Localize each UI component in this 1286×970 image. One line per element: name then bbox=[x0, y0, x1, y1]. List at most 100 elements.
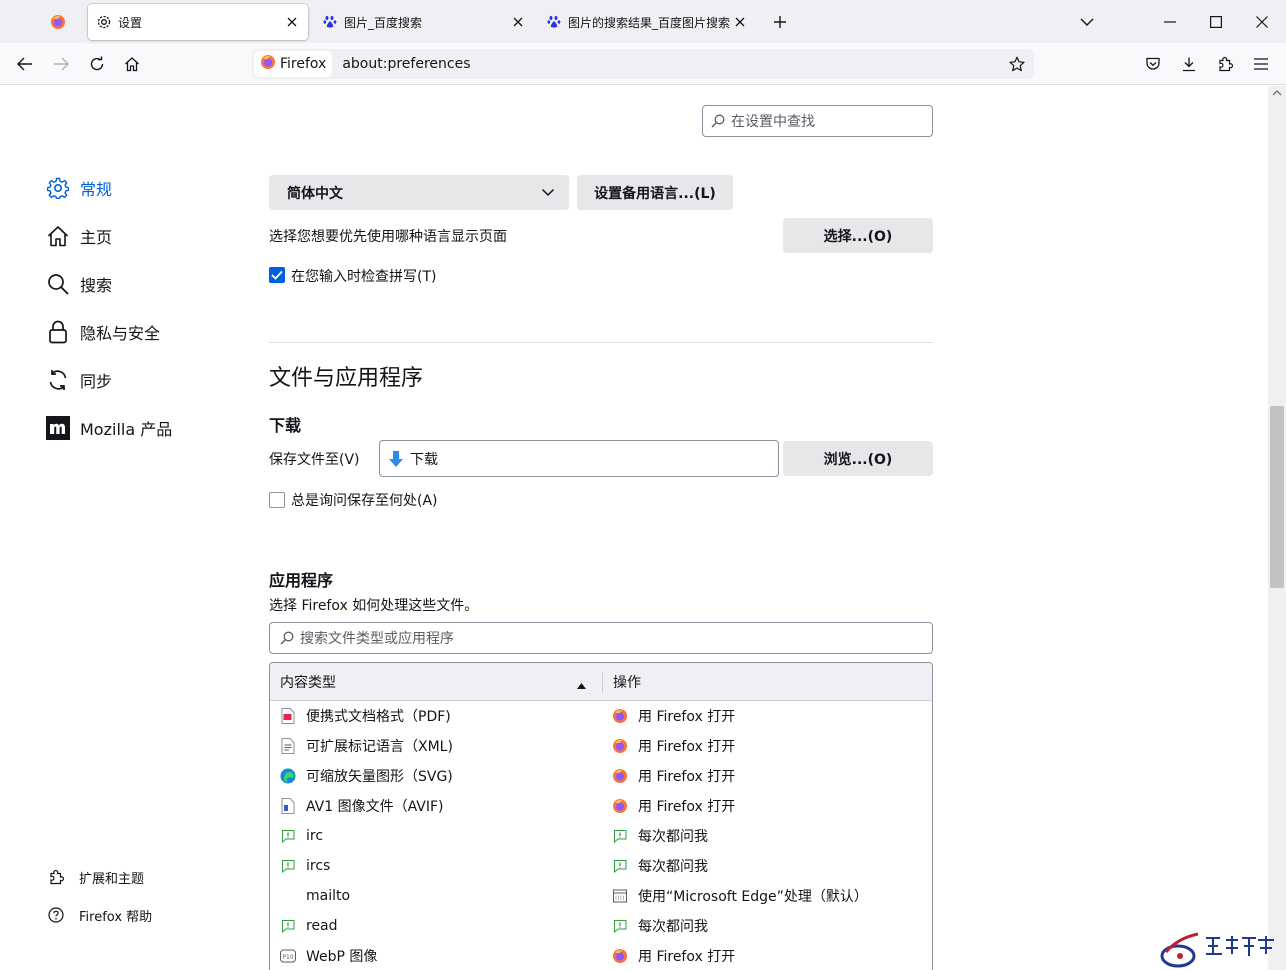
nav-item-home[interactable]: 主页 bbox=[46, 212, 236, 260]
downloads-button[interactable] bbox=[1177, 52, 1201, 76]
content-type-cell: mailto bbox=[270, 888, 602, 904]
back-button[interactable] bbox=[13, 52, 37, 76]
firefox-icon bbox=[50, 14, 66, 30]
table-header: 内容类型 操作 bbox=[270, 663, 932, 701]
close-tab-icon[interactable] bbox=[282, 12, 302, 32]
table-row[interactable]: read 每次都问我 bbox=[270, 911, 932, 941]
tab-settings[interactable]: 设置 bbox=[88, 4, 308, 40]
table-row[interactable]: mailto 使用“Microsoft Edge”处理（默认） bbox=[270, 881, 932, 911]
tab-baidu-image-results[interactable]: 图片的搜索结果_百度图片搜索 bbox=[542, 4, 756, 40]
content-type-label: mailto bbox=[306, 888, 351, 904]
close-tab-icon[interactable] bbox=[508, 12, 528, 32]
tab-pinned-firefox[interactable] bbox=[38, 4, 84, 40]
table-row[interactable]: 便携式文档格式（PDF) 用 Firefox 打开 bbox=[270, 701, 932, 731]
settings-search-input[interactable]: 在设置中查找 bbox=[702, 105, 933, 137]
tab-strip: 设置 图片_百度搜索 图片的搜索结果_百度图片搜索 bbox=[0, 0, 1286, 43]
table-row[interactable]: P10 WebP 图像 用 Firefox 打开 bbox=[270, 941, 932, 970]
identity-box[interactable]: Firefox bbox=[254, 51, 333, 77]
browse-button[interactable]: 浏览...(O) bbox=[783, 441, 933, 476]
nav-item-general[interactable]: 常规 bbox=[46, 164, 236, 212]
table-row[interactable]: ircs 每次都问我 bbox=[270, 851, 932, 881]
action-cell[interactable]: 每次都问我 bbox=[602, 856, 708, 876]
firefox-icon bbox=[612, 738, 628, 754]
always-ask-checkbox[interactable] bbox=[269, 492, 285, 508]
content-type-cell: 可扩展标记语言（XML) bbox=[270, 736, 602, 756]
table-row[interactable]: 可扩展标记语言（XML) 用 Firefox 打开 bbox=[270, 731, 932, 761]
baidu-paw-icon bbox=[546, 14, 562, 30]
action-cell[interactable]: 每次都问我 bbox=[602, 826, 708, 846]
arrow-left-icon bbox=[17, 57, 32, 71]
pocket-icon bbox=[1146, 57, 1160, 70]
sidebar-footer: 扩展和主题 Firefox 帮助 bbox=[46, 858, 246, 934]
menu-button[interactable] bbox=[1249, 52, 1273, 76]
set-alternate-languages-button[interactable]: 设置备用语言...(L) bbox=[577, 175, 733, 210]
spellcheck-label[interactable]: 在您输入时检查拼写(T) bbox=[291, 266, 436, 286]
action-cell[interactable]: 每次都问我 bbox=[602, 916, 708, 936]
action-cell[interactable]: 用 Firefox 打开 bbox=[602, 706, 735, 726]
sync-icon bbox=[46, 368, 70, 392]
minimize-button[interactable] bbox=[1158, 10, 1182, 34]
spellcheck-checkbox[interactable] bbox=[269, 267, 285, 283]
nav-label: 搜索 bbox=[80, 276, 113, 295]
table-row[interactable]: irc 每次都问我 bbox=[270, 821, 932, 851]
maximize-icon bbox=[1210, 16, 1222, 28]
language-selected: 简体中文 bbox=[287, 185, 343, 202]
search-icon bbox=[711, 114, 725, 128]
table-row[interactable]: AV1 图像文件（AVIF) 用 Firefox 打开 bbox=[270, 791, 932, 821]
checkmark-icon bbox=[271, 270, 283, 280]
content-type-label: irc bbox=[306, 828, 324, 844]
action-label: 每次都问我 bbox=[638, 859, 708, 875]
reload-button[interactable] bbox=[85, 52, 109, 76]
firefox-icon bbox=[260, 54, 276, 74]
applications-search-input[interactable]: 搜索文件类型或应用程序 bbox=[269, 622, 933, 654]
action-cell[interactable]: 用 Firefox 打开 bbox=[602, 796, 735, 816]
tab-baidu-images[interactable]: 图片_百度搜索 bbox=[316, 4, 534, 40]
column-header-action[interactable]: 操作 bbox=[603, 672, 641, 692]
action-cell[interactable]: 用 Firefox 打开 bbox=[602, 766, 735, 786]
action-label: 用 Firefox 打开 bbox=[638, 949, 736, 965]
download-folder-field[interactable]: 下载 bbox=[379, 440, 779, 477]
nav-label: 隐私与安全 bbox=[80, 324, 161, 343]
bookmark-star-button[interactable] bbox=[1006, 53, 1028, 75]
scrollbar-thumb[interactable] bbox=[1270, 406, 1284, 588]
download-icon bbox=[1183, 57, 1195, 72]
list-all-tabs-button[interactable] bbox=[1077, 12, 1097, 32]
url-text[interactable]: about:preferences bbox=[342, 56, 470, 72]
close-window-button[interactable] bbox=[1250, 10, 1274, 34]
help-icon bbox=[46, 905, 66, 925]
watermark-logo bbox=[1158, 930, 1282, 970]
extensions-button[interactable] bbox=[1213, 52, 1237, 76]
home-button[interactable] bbox=[120, 52, 144, 76]
column-header-type[interactable]: 内容类型 bbox=[270, 663, 602, 700]
nav-item-privacy[interactable]: 隐私与安全 bbox=[46, 308, 236, 356]
action-cell[interactable]: 用 Firefox 打开 bbox=[602, 946, 735, 966]
always-ask-label[interactable]: 总是询问保存至何处(A) bbox=[291, 490, 438, 510]
content-type-label: AV1 图像文件（AVIF) bbox=[306, 799, 444, 815]
applications-description: 选择 Firefox 如何处理这些文件。 bbox=[269, 598, 479, 614]
nav-item-sync[interactable]: 同步 bbox=[46, 356, 236, 404]
baidu-paw-icon bbox=[322, 14, 338, 30]
footer-label: 扩展和主题 bbox=[79, 871, 145, 887]
forward-button[interactable] bbox=[49, 52, 73, 76]
pocket-button[interactable] bbox=[1141, 52, 1165, 76]
action-cell[interactable]: 用 Firefox 打开 bbox=[602, 736, 735, 756]
action-cell[interactable]: 使用“Microsoft Edge”处理（默认） bbox=[602, 886, 868, 906]
nav-item-search[interactable]: 搜索 bbox=[46, 260, 236, 308]
choose-language-button[interactable]: 选择...(O) bbox=[783, 218, 933, 253]
home-icon bbox=[125, 57, 139, 72]
extensions-themes-link[interactable]: 扩展和主题 bbox=[46, 858, 246, 896]
close-tab-icon[interactable] bbox=[730, 12, 750, 32]
firefox-help-link[interactable]: Firefox 帮助 bbox=[46, 896, 246, 934]
new-tab-button[interactable] bbox=[770, 12, 790, 32]
content-type-cell: P10 WebP 图像 bbox=[270, 946, 602, 966]
scroll-up-arrow-icon[interactable] bbox=[1272, 88, 1282, 98]
url-bar[interactable]: Firefox about:preferences bbox=[252, 49, 1034, 79]
maximize-button[interactable] bbox=[1204, 10, 1228, 34]
nav-item-mozilla-products[interactable]: Mozilla 产品 bbox=[46, 404, 236, 452]
content-type-cell: ircs bbox=[270, 858, 602, 874]
language-select[interactable]: 简体中文 bbox=[269, 175, 569, 210]
table-row[interactable]: 可缩放矢量图形（SVG) 用 Firefox 打开 bbox=[270, 761, 932, 791]
vertical-scrollbar[interactable] bbox=[1268, 86, 1286, 970]
applications-table: 内容类型 操作 便携式文档格式（PDF) 用 Firefox 打开 可扩展标记语言（… bbox=[269, 662, 933, 970]
home-icon bbox=[46, 224, 70, 248]
